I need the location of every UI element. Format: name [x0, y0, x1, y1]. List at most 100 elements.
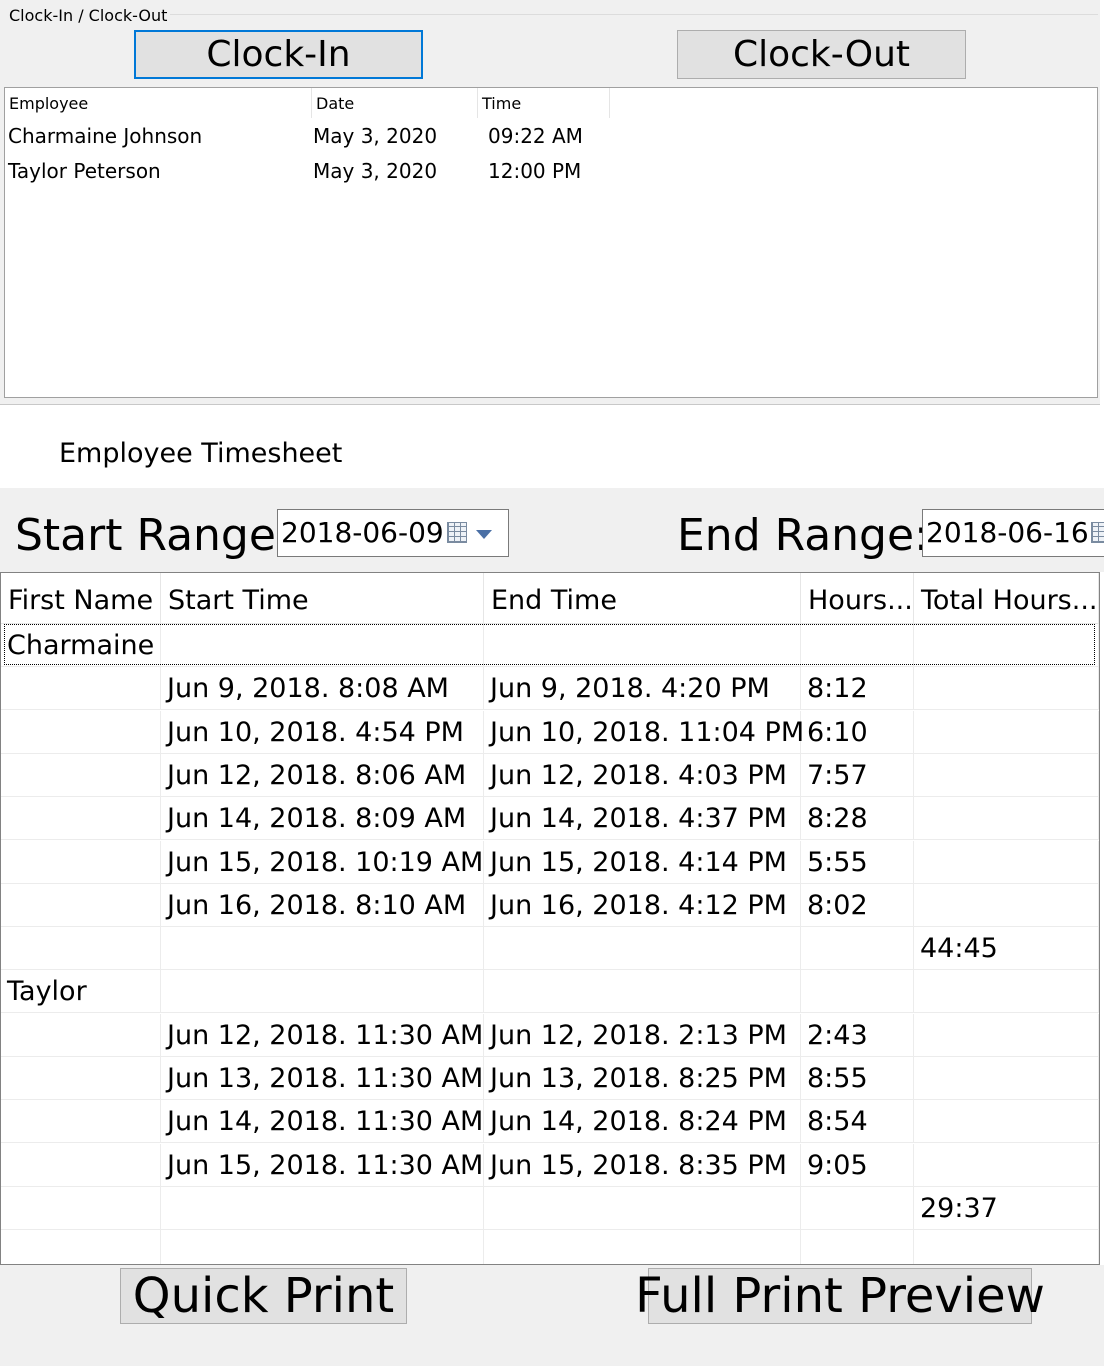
cell-hours: 8:12	[801, 667, 914, 711]
timesheet-label: Employee Timesheet	[59, 438, 343, 469]
cell-start-time: Jun 14, 2018. 11:30 AM	[161, 1100, 484, 1144]
table-row[interactable]: Jun 15, 2018. 10:19 AM Jun 15, 2018. 4:14…	[1, 840, 1099, 884]
cell-total-hours	[914, 1143, 1099, 1187]
clock-row-time: 12:00 PM	[488, 159, 582, 183]
table-row[interactable]: Jun 14, 2018. 11:30 AM Jun 14, 2018. 8:24…	[1, 1100, 1099, 1144]
cell-total-hours	[914, 753, 1099, 797]
clock-list[interactable]: Employee Date Time Charmaine Johnson May…	[4, 87, 1098, 398]
clock-row-time: 09:22 AM	[488, 124, 583, 148]
cell-end-time: Jun 12, 2018. 2:13 PM	[484, 1013, 801, 1057]
cell-start-time	[161, 1230, 484, 1264]
cell-end-time	[484, 1186, 801, 1230]
column-header-start-time[interactable]: Start Time	[161, 573, 484, 624]
cell-first-name	[1, 667, 161, 711]
cell-start-time: Jun 15, 2018. 10:19 AM	[161, 840, 484, 884]
cell-total-hours	[914, 667, 1099, 711]
clock-group: Clock-In / Clock-Out Clock-In Clock-Out …	[0, 0, 1100, 405]
start-range-label: Start Range:	[15, 510, 291, 561]
cell-total-hours	[914, 970, 1099, 1014]
table-row[interactable]: Jun 14, 2018. 8:09 AM Jun 14, 2018. 4:37 …	[1, 797, 1099, 841]
cell-hours: 8:28	[801, 797, 914, 841]
column-header-time[interactable]: Time	[478, 88, 610, 118]
cell-first-name	[1, 753, 161, 797]
cell-total-hours: 44:45	[914, 927, 1099, 971]
calendar-icon[interactable]	[1091, 522, 1104, 543]
column-header-date[interactable]: Date	[312, 88, 478, 118]
start-date-picker[interactable]: 2018-06-09	[277, 509, 509, 557]
cell-start-time	[161, 970, 484, 1014]
table-row[interactable]: 44:45	[1, 927, 1099, 971]
cell-hours: 8:02	[801, 883, 914, 927]
cell-hours	[801, 1186, 914, 1230]
full-print-preview-button[interactable]: Full Print Preview	[635, 1268, 1045, 1324]
column-header-end-time[interactable]: End Time	[484, 573, 801, 624]
timesheet-grid[interactable]: First Name Start Time End Time Hours... …	[0, 572, 1100, 1265]
cell-start-time: Jun 13, 2018. 11:30 AM	[161, 1057, 484, 1100]
cell-first-name	[1, 883, 161, 927]
cell-hours: 6:10	[801, 710, 914, 754]
cell-start-time	[161, 927, 484, 971]
table-row[interactable]: 29:37	[1, 1186, 1099, 1230]
table-row[interactable]: Jun 15, 2018. 11:30 AM Jun 15, 2018. 8:35…	[1, 1143, 1099, 1187]
cell-first-name	[1, 710, 161, 754]
clock-row-employee[interactable]: Taylor Peterson	[8, 159, 161, 183]
cell-first-name: Taylor	[1, 970, 161, 1014]
cell-end-time	[484, 1230, 801, 1264]
cell-first-name	[1, 1057, 161, 1100]
cell-first-name	[1, 1230, 161, 1264]
group-title: Clock-In / Clock-Out	[9, 6, 168, 25]
column-header-total-hours[interactable]: Total Hours...	[914, 573, 1099, 624]
column-header-employee[interactable]: Employee	[5, 88, 312, 118]
end-date-picker[interactable]: 2018-06-16	[922, 509, 1104, 557]
cell-start-time: Jun 9, 2018. 8:08 AM	[161, 667, 484, 711]
cell-total-hours	[914, 883, 1099, 927]
cell-total-hours	[914, 797, 1099, 841]
table-row[interactable]	[1, 1230, 1099, 1264]
cell-total-hours	[914, 1013, 1099, 1057]
cell-start-time: Jun 12, 2018. 11:30 AM	[161, 1013, 484, 1057]
cell-total-hours	[914, 840, 1099, 884]
table-row[interactable]: Jun 12, 2018. 11:30 AM Jun 12, 2018. 2:13…	[1, 1013, 1099, 1057]
cell-hours: 5:55	[801, 840, 914, 884]
cell-hours: 2:43	[801, 1013, 914, 1057]
cell-total-hours	[914, 710, 1099, 754]
table-row[interactable]: Jun 10, 2018. 4:54 PM Jun 10, 2018. 11:04…	[1, 710, 1099, 754]
column-header-first-name[interactable]: First Name	[1, 573, 161, 624]
clock-out-button[interactable]: Clock-Out	[677, 30, 966, 79]
cell-first-name	[1, 927, 161, 971]
column-header-hours[interactable]: Hours...	[801, 573, 914, 624]
cell-end-time: Jun 10, 2018. 11:04 PM	[484, 710, 804, 754]
cell-start-time	[161, 1186, 484, 1230]
table-row[interactable]: Jun 13, 2018. 11:30 AM Jun 13, 2018. 8:25…	[1, 1057, 1099, 1100]
cell-start-time: Jun 15, 2018. 11:30 AM	[161, 1143, 484, 1187]
quick-print-button[interactable]: Quick Print	[120, 1268, 407, 1324]
cell-end-time: Jun 15, 2018. 4:14 PM	[484, 840, 801, 884]
table-row[interactable]: Jun 16, 2018. 8:10 AM Jun 16, 2018. 4:12 …	[1, 883, 1099, 927]
cell-hours: 7:57	[801, 753, 914, 797]
selected-row-focus	[4, 624, 1095, 665]
cell-total-hours	[914, 1057, 1099, 1100]
table-row[interactable]: Jun 12, 2018. 8:06 AM Jun 12, 2018. 4:03 …	[1, 753, 1099, 797]
clock-row-employee[interactable]: Charmaine Johnson	[8, 124, 202, 148]
cell-first-name	[1, 1013, 161, 1057]
calendar-icon[interactable]	[447, 522, 467, 543]
cell-total-hours	[914, 1230, 1099, 1264]
cell-end-time	[484, 927, 801, 971]
clock-in-button[interactable]: Clock-In	[134, 30, 423, 79]
cell-start-time: Jun 14, 2018. 8:09 AM	[161, 797, 484, 841]
table-row[interactable]: Taylor	[1, 970, 1099, 1014]
cell-first-name	[1, 1186, 161, 1230]
clock-row-date: May 3, 2020	[313, 124, 438, 148]
group-divider	[170, 14, 1098, 15]
cell-end-time: Jun 13, 2018. 8:25 PM	[484, 1057, 801, 1100]
start-date-value: 2018-06-09	[281, 516, 444, 549]
cell-end-time: Jun 12, 2018. 4:03 PM	[484, 753, 801, 797]
cell-end-time: Jun 14, 2018. 8:24 PM	[484, 1100, 801, 1144]
cell-hours	[801, 927, 914, 971]
cell-first-name	[1, 797, 161, 841]
cell-hours: 9:05	[801, 1143, 914, 1187]
cell-end-time: Jun 9, 2018. 4:20 PM	[484, 667, 801, 711]
cell-hours	[801, 970, 914, 1014]
chevron-down-icon[interactable]	[476, 530, 492, 539]
table-row[interactable]: Jun 9, 2018. 8:08 AM Jun 9, 2018. 4:20 PM…	[1, 667, 1099, 711]
